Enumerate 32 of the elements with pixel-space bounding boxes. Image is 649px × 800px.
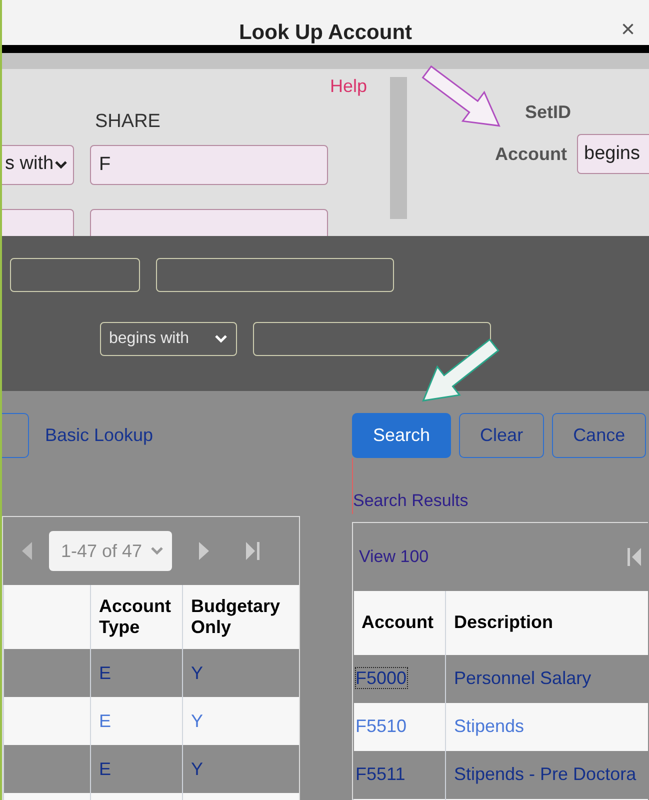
outline-button[interactable]: Clear bbox=[459, 413, 544, 458]
page-select[interactable]: 1-47 of 47 bbox=[49, 531, 172, 571]
search-button[interactable]: Search bbox=[352, 413, 452, 458]
table-link[interactable]: Y bbox=[182, 697, 299, 745]
view-all-link[interactable]: View 100 bbox=[359, 544, 429, 570]
table-link[interactable]: F5000 bbox=[356, 668, 407, 688]
window-title: Look Up Account bbox=[238, 22, 412, 43]
column-header: Account bbox=[354, 590, 446, 654]
help-link[interactable]: Help bbox=[330, 73, 367, 100]
column-header: Account Type bbox=[90, 585, 182, 649]
table-link[interactable]: Y bbox=[182, 745, 299, 793]
operator-select[interactable]: begins with bbox=[100, 322, 237, 356]
table-link[interactable]: Personnel Salary bbox=[446, 654, 648, 702]
section-title: Search Results bbox=[352, 458, 649, 514]
table-link[interactable]: Y bbox=[182, 649, 299, 697]
basic-lookup-link[interactable]: Basic Lookup bbox=[45, 422, 154, 449]
column-header: Budgetary Only bbox=[182, 585, 299, 649]
operator-select[interactable]: begins bbox=[577, 134, 649, 174]
table-link[interactable]: Stipends - Pre Doctora bbox=[446, 750, 648, 798]
table-link[interactable]: E bbox=[90, 649, 182, 697]
table-link[interactable]: E bbox=[90, 697, 182, 745]
input-field[interactable]: F bbox=[90, 144, 328, 184]
outline-button[interactable]: Cance bbox=[552, 413, 646, 458]
field-label: SetID bbox=[525, 101, 572, 124]
column-header: Description bbox=[446, 590, 648, 654]
operator-select[interactable]: s with bbox=[2, 144, 74, 184]
field-label: Account bbox=[495, 142, 567, 166]
table-link[interactable]: Stipends bbox=[446, 702, 648, 750]
field-label: SHARE bbox=[95, 110, 162, 134]
table-link[interactable]: E bbox=[90, 745, 182, 793]
table-link[interactable]: F5511 bbox=[356, 764, 406, 784]
close-button[interactable]: × bbox=[620, 18, 635, 42]
